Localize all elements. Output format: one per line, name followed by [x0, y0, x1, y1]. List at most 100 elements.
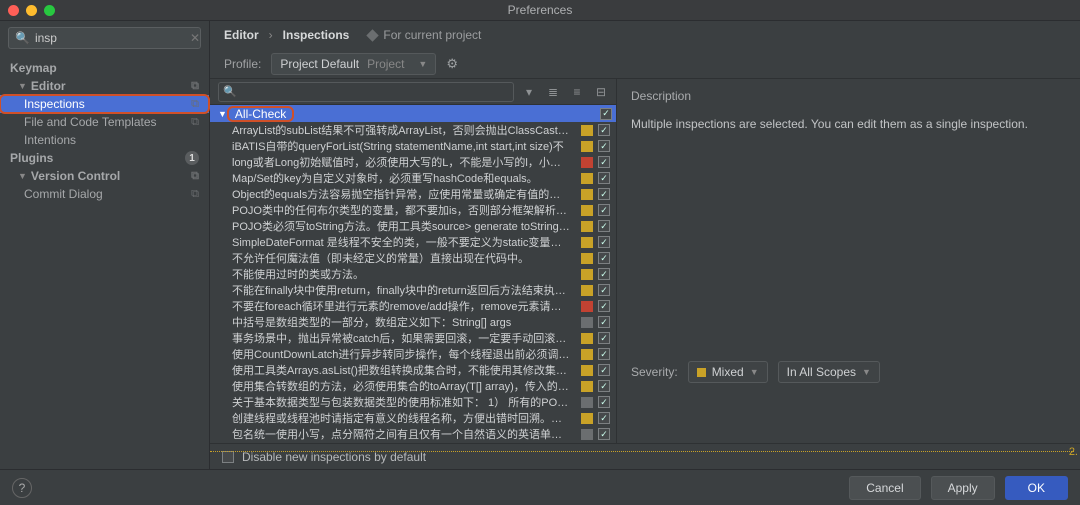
sidebar-item-inspections[interactable]: Inspections⧉ — [0, 95, 209, 113]
sidebar-item-intentions[interactable]: Intentions — [0, 131, 209, 149]
inspection-checkbox[interactable] — [598, 380, 610, 392]
inspection-checkbox[interactable] — [598, 252, 610, 264]
breadcrumb-root[interactable]: Editor — [224, 28, 259, 42]
minimize-icon[interactable] — [26, 5, 37, 16]
severity-indicator-icon — [581, 285, 593, 296]
sidebar-item-editor[interactable]: ▼Editor⧉ — [0, 77, 209, 95]
inspection-row[interactable]: 不允许任何魔法值（即未经定义的常量）直接出现在代码中。 — [210, 250, 616, 266]
close-icon[interactable] — [8, 5, 19, 16]
inspection-row[interactable]: 关于基本数据类型与包装数据类型的使用标准如下： 1） 所有的POJO类 — [210, 394, 616, 410]
severity-label: Severity: — [631, 365, 678, 379]
inspections-list[interactable]: ▼All-CheckArrayList的subList结果不可强转成ArrayL… — [210, 105, 616, 443]
sidebar-item-version-control[interactable]: ▼Version Control⧉ — [0, 167, 209, 185]
severity-indicator-icon — [581, 349, 593, 360]
inspection-row[interactable]: 不能使用过时的类或方法。 — [210, 266, 616, 282]
inspection-row[interactable]: 创建线程或线程池时请指定有意义的线程名称，方便出错时回溯。创建线程 — [210, 410, 616, 426]
inspection-checkbox[interactable] — [598, 156, 610, 168]
inspection-row[interactable]: POJO类必须写toString方法。使用工具类source> generate… — [210, 218, 616, 234]
inspection-checkbox[interactable] — [598, 268, 610, 280]
apply-button[interactable]: Apply — [931, 476, 995, 500]
window-title: Preferences — [508, 3, 573, 17]
inspection-name: 不要在foreach循环里进行元素的remove/add操作，remove元素请… — [232, 298, 576, 314]
inspection-checkbox[interactable] — [598, 188, 610, 200]
sidebar-item-keymap[interactable]: Keymap — [0, 59, 209, 77]
inspection-group-header[interactable]: ▼All-Check — [210, 105, 616, 122]
inspection-name: POJO类必须写toString方法。使用工具类source> generate… — [232, 218, 576, 234]
zoom-icon[interactable] — [44, 5, 55, 16]
sidebar-item-plugins[interactable]: Plugins1 — [0, 149, 209, 167]
inspection-name: 关于基本数据类型与包装数据类型的使用标准如下： 1） 所有的POJO类 — [232, 394, 576, 410]
project-scope-icon: ⧉ — [191, 98, 199, 111]
collapse-icon[interactable]: ≡ — [570, 85, 584, 99]
inspection-row[interactable]: long或者Long初始赋值时，必须使用大写的L，不能是小写的l，小写容易 — [210, 154, 616, 170]
inspection-checkbox[interactable] — [598, 172, 610, 184]
main-panel: Editor › Inspections For current project… — [210, 21, 1080, 469]
severity-indicator-icon — [581, 141, 593, 152]
inspection-checkbox[interactable] — [598, 364, 610, 376]
inspection-checkbox[interactable] — [598, 220, 610, 232]
inspection-checkbox[interactable] — [598, 284, 610, 296]
inspection-row[interactable]: 中括号是数组类型的一部分，数组定义如下：String[] args — [210, 314, 616, 330]
cancel-button[interactable]: Cancel — [849, 476, 920, 500]
gear-icon[interactable]: ⚙ — [446, 56, 458, 72]
severity-dropdown[interactable]: Mixed ▼ — [688, 361, 768, 383]
sidebar-search[interactable]: 🔍 ✕ — [8, 27, 201, 49]
profile-name: Project Default — [280, 57, 359, 71]
reset-icon[interactable]: ⊟ — [594, 85, 608, 99]
sidebar-search-input[interactable] — [35, 31, 190, 45]
inspection-name: 不允许任何魔法值（即未经定义的常量）直接出现在代码中。 — [232, 250, 576, 266]
inspection-row[interactable]: SimpleDateFormat 是线程不安全的类，一般不要定义为static变… — [210, 234, 616, 250]
inspection-checkbox[interactable] — [598, 124, 610, 136]
inspection-checkbox[interactable] — [598, 236, 610, 248]
inspection-row[interactable]: Map/Set的key为自定义对象时，必须重写hashCode和equals。 — [210, 170, 616, 186]
scope-dropdown[interactable]: In All Scopes ▼ — [778, 361, 880, 383]
inspection-row[interactable]: 事务场景中，抛出异常被catch后，如果需要回滚，一定要手动回滚事务。 — [210, 330, 616, 346]
inspection-row[interactable]: iBATIS自带的queryForList(String statementNa… — [210, 138, 616, 154]
description-body: Multiple inspections are selected. You c… — [631, 113, 1066, 131]
inspection-checkbox[interactable] — [598, 300, 610, 312]
inspection-row[interactable]: POJO类中的任何布尔类型的变量，都不要加is，否则部分框架解析会引起 — [210, 202, 616, 218]
group-checkbox[interactable] — [600, 108, 612, 120]
inspection-checkbox[interactable] — [598, 348, 610, 360]
chevron-down-icon: ▼ — [750, 367, 759, 377]
inspection-checkbox[interactable] — [598, 412, 610, 424]
inspection-row[interactable]: 不要在foreach循环里进行元素的remove/add操作，remove元素请… — [210, 298, 616, 314]
inspection-row[interactable]: 使用工具类Arrays.asList()把数组转换成集合时，不能使用其修改集合相… — [210, 362, 616, 378]
inspection-checkbox[interactable] — [598, 396, 610, 408]
project-scope: For current project — [367, 28, 481, 42]
project-scope-icon: ⧉ — [191, 80, 199, 93]
inspection-search-input[interactable] — [218, 82, 514, 102]
inspection-checkbox[interactable] — [598, 140, 610, 152]
inspection-row[interactable]: ArrayList的subList结果不可强转成ArrayList，否则会抛出C… — [210, 122, 616, 138]
titlebar: Preferences — [0, 0, 1080, 21]
inspection-name: Object的equals方法容易抛空指针异常，应使用常量或确定有值的对象来 — [232, 186, 576, 202]
help-button[interactable]: ? — [12, 478, 32, 498]
profile-dropdown[interactable]: Project Default Project ▼ — [271, 53, 436, 75]
inspection-row[interactable]: Object的equals方法容易抛空指针异常，应使用常量或确定有值的对象来 — [210, 186, 616, 202]
inspection-checkbox[interactable] — [598, 204, 610, 216]
breadcrumb-leaf: Inspections — [283, 28, 350, 42]
severity-indicator-icon — [581, 221, 593, 232]
clear-icon[interactable]: ✕ — [190, 31, 200, 45]
inspection-checkbox[interactable] — [598, 428, 610, 440]
inspection-row[interactable]: 使用CountDownLatch进行异步转同步操作，每个线程退出前必须调用co — [210, 346, 616, 362]
chevron-down-icon: ▼ — [218, 109, 227, 119]
sidebar-item-file-and-code-templates[interactable]: File and Code Templates⧉ — [0, 113, 209, 131]
inspection-checkbox[interactable] — [598, 332, 610, 344]
search-icon: 🔍 — [223, 85, 237, 98]
severity-swatch-icon — [697, 368, 706, 377]
ok-button[interactable]: OK — [1005, 476, 1068, 500]
inspection-row[interactable]: 不能在finally块中使用return，finally块中的return返回后… — [210, 282, 616, 298]
inspection-row[interactable]: 使用集合转数组的方法，必须使用集合的toArray(T[] array)，传入的… — [210, 378, 616, 394]
expand-icon[interactable]: ≣ — [546, 85, 560, 99]
footer: ? Cancel Apply OK — [0, 469, 1080, 505]
inspection-row[interactable]: 包名统一使用小写，点分隔符之间有且仅有一个自然语义的英语单词。包名 — [210, 426, 616, 442]
disable-checkbox[interactable] — [222, 451, 234, 463]
severity-indicator-icon — [581, 269, 593, 280]
inspection-name: 创建线程或线程池时请指定有意义的线程名称，方便出错时回溯。创建线程 — [232, 410, 576, 426]
inspection-checkbox[interactable] — [598, 316, 610, 328]
severity-indicator-icon — [581, 173, 593, 184]
sidebar-item-commit-dialog[interactable]: Commit Dialog⧉ — [0, 185, 209, 203]
severity-indicator-icon — [581, 365, 593, 376]
filter-icon[interactable]: ▾ — [522, 85, 536, 99]
